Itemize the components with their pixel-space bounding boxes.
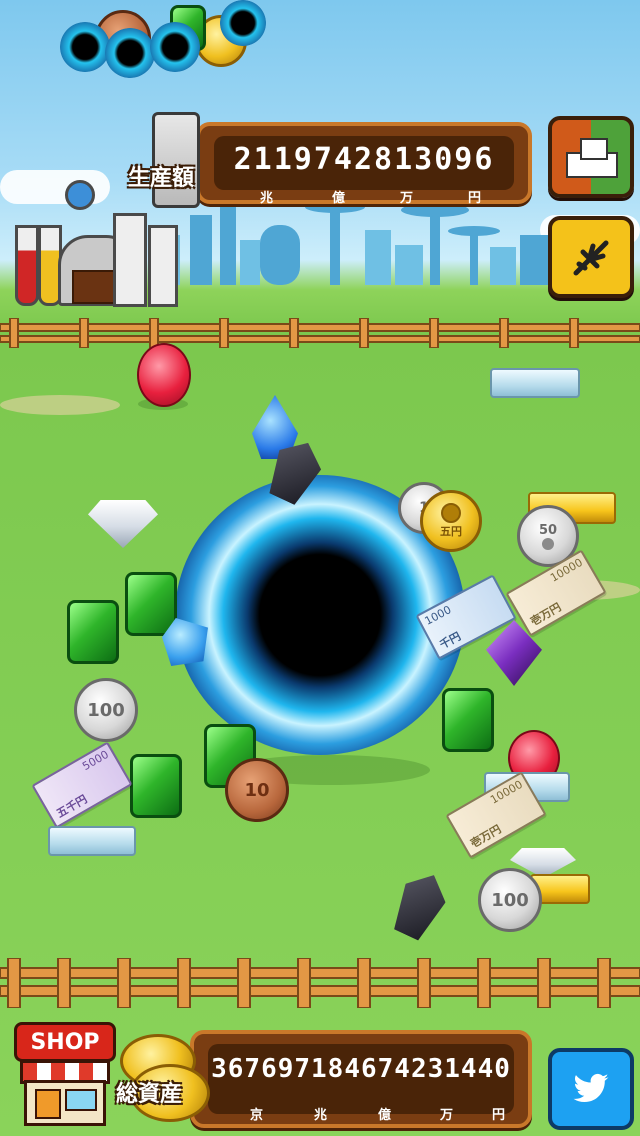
production-label: 生産額	[128, 166, 195, 191]
silver-bar[interactable]	[490, 368, 580, 398]
fence-bottom	[0, 958, 640, 1008]
item-pile-top	[55, 0, 305, 100]
bill-5000-label: 五千円	[54, 792, 90, 821]
plane-button[interactable]	[548, 216, 634, 298]
coin-100[interactable]: 100	[74, 678, 138, 742]
twitter-button[interactable]	[548, 1048, 634, 1130]
coin-100[interactable]: 100	[478, 868, 542, 932]
diamond[interactable]	[88, 500, 158, 548]
bill-1000-label: 千円	[437, 629, 464, 652]
emerald[interactable]	[130, 754, 182, 818]
unit-yen: 円	[492, 1108, 506, 1123]
blocks-button[interactable]	[548, 116, 634, 198]
unit-cho: 兆	[314, 1108, 328, 1123]
unit-oku: 億	[332, 191, 346, 206]
silver-bar[interactable]	[48, 826, 136, 856]
factory-antenna	[65, 180, 95, 210]
factory-door	[72, 270, 118, 304]
coin-100-label: 100	[491, 889, 529, 911]
production-panel: 2119742813096 兆 億 万 円	[196, 122, 532, 206]
shop-button[interactable]: SHOP	[14, 1022, 116, 1126]
production-value: 2119742813096	[233, 142, 495, 177]
unit-man: 万	[440, 1108, 454, 1123]
bill-5000[interactable]: 5000 五千円	[31, 741, 133, 829]
unit-cho: 兆	[260, 191, 274, 206]
shop-building	[24, 1080, 106, 1126]
unit-yen: 円	[468, 191, 482, 206]
plane-icon	[573, 240, 609, 276]
coin-10[interactable]: 10	[225, 758, 289, 822]
bill-10000-label: 壱万円	[468, 822, 504, 851]
coin-5[interactable]: 五円	[420, 490, 482, 552]
ruby[interactable]	[137, 343, 191, 407]
assets-value: 3676971846742​31440	[211, 1054, 511, 1084]
shop-label: SHOP	[30, 1029, 100, 1055]
test-tube-red	[15, 225, 39, 306]
fence-top	[0, 318, 640, 348]
production-badge: 生産額	[128, 112, 212, 208]
black-crystal[interactable]	[386, 866, 454, 944]
unit-oku: 億	[378, 1108, 392, 1123]
dirt-patch	[0, 395, 120, 415]
blocks-icon	[566, 138, 618, 178]
factory-chimney	[113, 213, 147, 307]
coin-10-label: 10	[244, 779, 270, 801]
shop-sign: SHOP	[14, 1022, 116, 1062]
unit-man: 万	[400, 191, 414, 206]
unit-kei: 京	[250, 1108, 264, 1123]
emerald[interactable]	[442, 688, 494, 752]
bill-5000-number: 5000	[80, 747, 111, 774]
assets-badge: 総資産	[112, 1030, 212, 1122]
assets-label: 総資産	[116, 1082, 183, 1107]
emerald[interactable]	[125, 572, 177, 636]
assets-panel: 3676971846742​31440 京 兆 億 万 円	[190, 1030, 532, 1128]
coin-50-label: 50	[538, 522, 558, 538]
twitter-icon	[573, 1073, 609, 1102]
bill-10000-label: 壱万円	[528, 600, 564, 629]
coin-5-label: 五円	[440, 525, 462, 538]
emerald[interactable]	[67, 600, 119, 664]
coin-100-label: 100	[87, 699, 125, 721]
factory-chimney	[148, 225, 178, 307]
